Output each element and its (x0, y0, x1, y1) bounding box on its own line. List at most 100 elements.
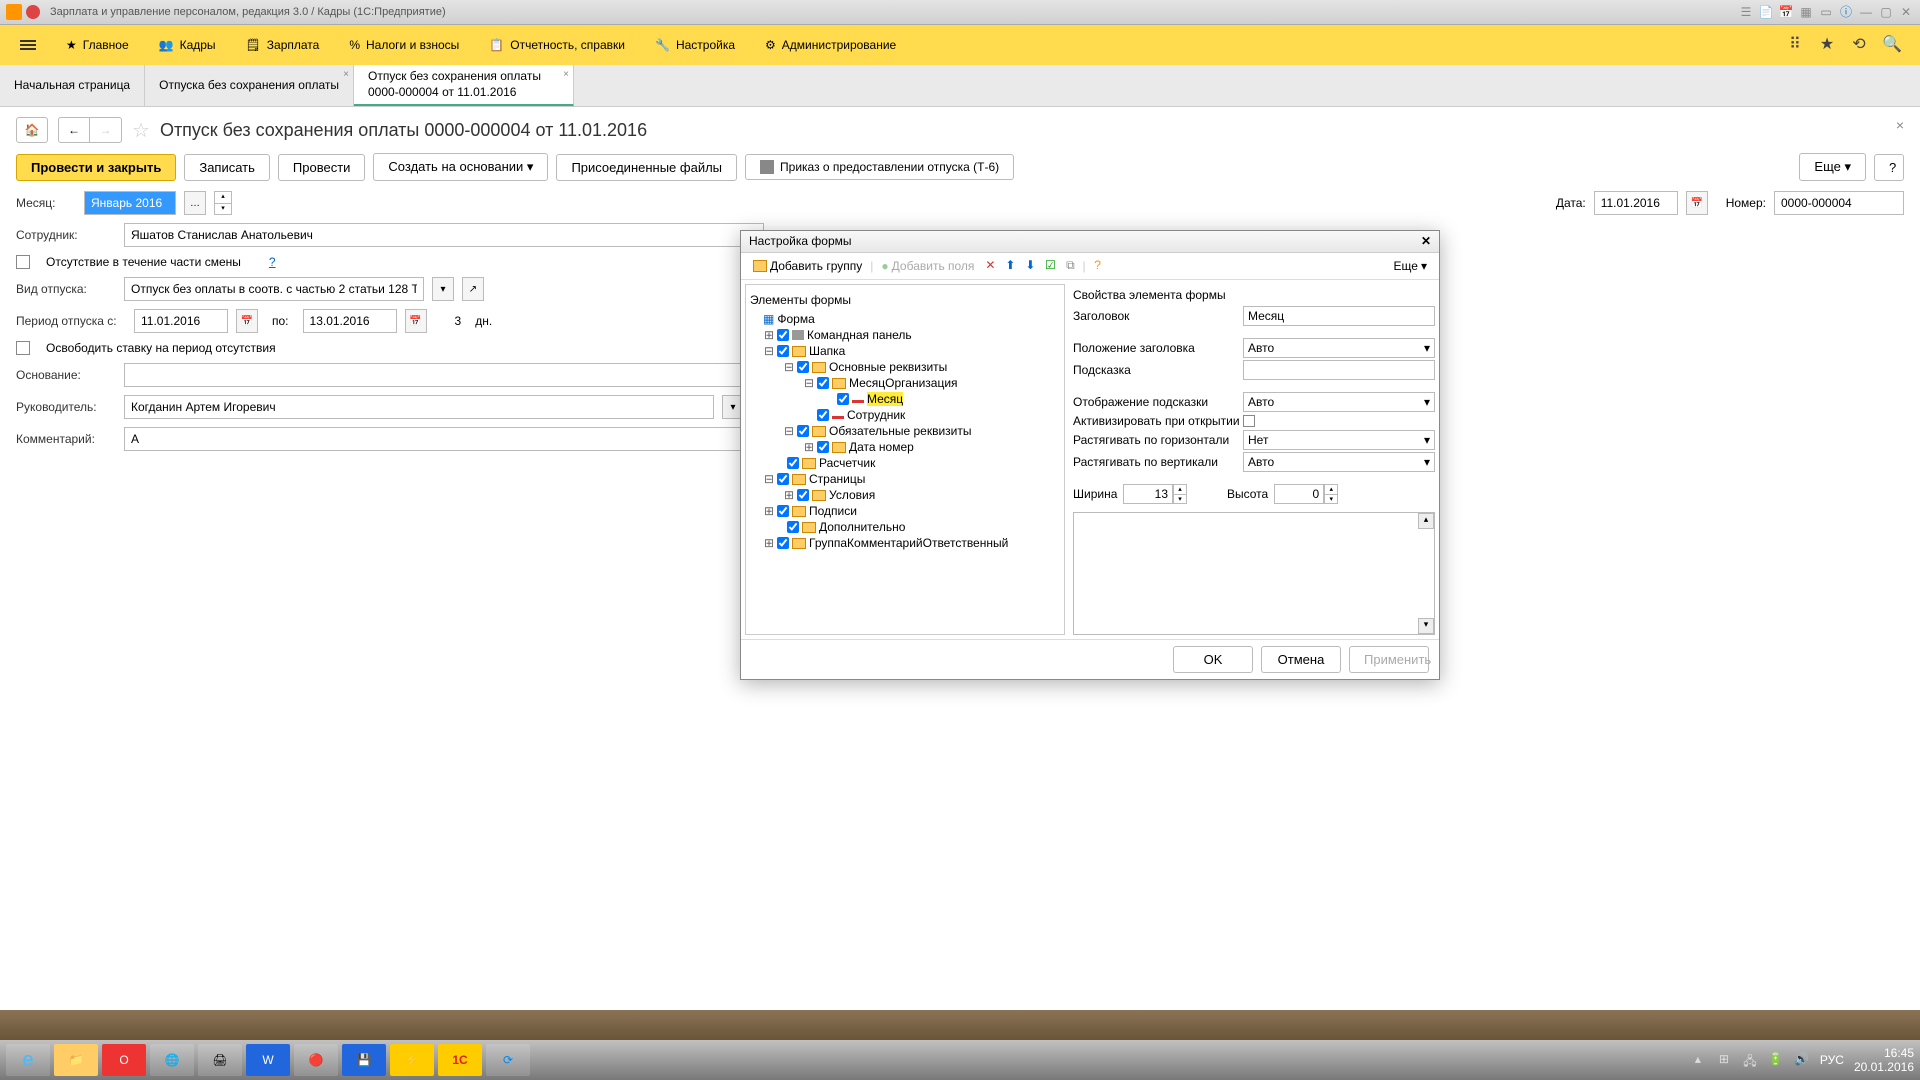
help-button[interactable]: ? (1874, 154, 1904, 181)
menu-main[interactable]: ★Главное (66, 38, 129, 52)
menu-hr[interactable]: 👥Кадры (159, 38, 216, 52)
info-icon[interactable]: ⓘ (1838, 4, 1854, 20)
prop-stretchh-select[interactable]: Нет▾ (1243, 430, 1435, 450)
menu-taxes[interactable]: %Налоги и взносы (349, 38, 459, 52)
attached-files-button[interactable]: Присоединенные файлы (556, 154, 737, 181)
prop-activate-checkbox[interactable] (1243, 415, 1255, 427)
toolbar-icon[interactable]: 📅 (1778, 4, 1794, 20)
post-and-close-button[interactable]: Провести и закрыть (16, 154, 176, 181)
prop-hintdisp-select[interactable]: Авто▾ (1243, 392, 1435, 412)
month-spinner[interactable]: ▴▾ (214, 191, 232, 215)
back-button[interactable]: ← (58, 117, 90, 143)
add-group-button[interactable]: Добавить группу (749, 257, 866, 275)
manager-input[interactable] (124, 395, 714, 419)
tray-arrow-icon[interactable]: ▴ (1690, 1052, 1706, 1068)
menu-admin[interactable]: ⚙Администрирование (765, 38, 896, 52)
date-to-input[interactable] (303, 309, 397, 333)
scroll-up-icon[interactable]: ▴ (1418, 513, 1434, 529)
month-input[interactable] (84, 191, 176, 215)
close-icon[interactable]: ✕ (1898, 4, 1914, 20)
comment-input[interactable] (124, 427, 764, 451)
number-input[interactable] (1774, 191, 1904, 215)
reason-input[interactable] (124, 363, 764, 387)
delete-icon[interactable]: ✕ (982, 258, 998, 274)
create-based-button[interactable]: Создать на основании (373, 153, 548, 181)
taskbar-chrome-icon[interactable]: 🔴 (294, 1044, 338, 1076)
prop-stretchv-select[interactable]: Авто▾ (1243, 452, 1435, 472)
close-icon[interactable]: ✕ (1421, 234, 1431, 249)
copy-icon[interactable]: ⧉ (1062, 258, 1078, 274)
date-picker-button[interactable]: 📅 (1686, 191, 1708, 215)
taskbar-1c-icon[interactable]: 1C (438, 1044, 482, 1076)
tab-list[interactable]: Отпуска без сохранения оплаты× (145, 65, 354, 106)
menu-reports[interactable]: 📋Отчетность, справки (489, 38, 625, 52)
date-from-input[interactable] (134, 309, 228, 333)
part-shift-checkbox[interactable] (16, 255, 30, 269)
menu-burger-icon[interactable] (20, 38, 36, 52)
maximize-icon[interactable]: ▢ (1878, 4, 1894, 20)
move-up-icon[interactable]: ⬆ (1002, 258, 1018, 274)
prop-hint-input[interactable] (1243, 360, 1435, 380)
more-button[interactable]: Еще▾ (1390, 257, 1431, 275)
more-button[interactable]: Еще (1799, 153, 1866, 181)
taskbar-save-icon[interactable]: 💾 (342, 1044, 386, 1076)
open-button[interactable]: ↗ (462, 277, 484, 301)
toolbar-icon[interactable]: ▦ (1798, 4, 1814, 20)
prop-titlepos-select[interactable]: Авто▾ (1243, 338, 1435, 358)
width-spinner[interactable]: ▴▾ (1173, 484, 1187, 504)
close-icon[interactable]: × (563, 69, 569, 80)
taskbar-office-icon[interactable]: O (102, 1044, 146, 1076)
taskbar-teamviewer-icon[interactable]: ⟳ (486, 1044, 530, 1076)
favorite-star-icon[interactable]: ☆ (132, 118, 150, 143)
employee-input[interactable] (124, 223, 764, 247)
tray-language[interactable]: РУС (1820, 1053, 1844, 1067)
ok-button[interactable]: OK (1173, 646, 1253, 673)
favorite-icon[interactable]: ★ (1818, 36, 1836, 54)
help-icon[interactable]: ? (1090, 258, 1106, 274)
date-picker-button[interactable]: 📅 (405, 309, 427, 333)
prop-height-input[interactable] (1274, 484, 1324, 504)
height-spinner[interactable]: ▴▾ (1324, 484, 1338, 504)
taskbar-word-icon[interactable]: W (246, 1044, 290, 1076)
tab-document[interactable]: Отпуск без сохранения оплаты0000-000004 … (354, 65, 574, 106)
save-button[interactable]: Записать (184, 154, 270, 181)
history-icon[interactable]: ⟲ (1850, 36, 1868, 54)
prop-width-input[interactable] (1123, 484, 1173, 504)
taskbar-scanner-icon[interactable]: 🖨 (198, 1044, 242, 1076)
tray-network-icon[interactable]: 🖧 (1742, 1052, 1758, 1068)
taskbar-explorer-icon[interactable]: 📁 (54, 1044, 98, 1076)
apply-button[interactable]: Применить (1349, 646, 1429, 673)
tray-battery-icon[interactable]: 🔋 (1768, 1052, 1784, 1068)
dropdown-button[interactable]: ▾ (432, 277, 454, 301)
taskbar-app-icon[interactable]: 🌐 (150, 1044, 194, 1076)
cancel-button[interactable]: Отмена (1261, 646, 1341, 673)
toolbar-icon[interactable]: ▭ (1818, 4, 1834, 20)
tray-volume-icon[interactable]: 🔊 (1794, 1052, 1810, 1068)
date-input[interactable] (1594, 191, 1678, 215)
date-picker-button[interactable]: 📅 (236, 309, 258, 333)
tab-start[interactable]: Начальная страница (0, 65, 145, 106)
taskbar-clock[interactable]: 16:45 20.01.2016 (1854, 1046, 1914, 1075)
apps-icon[interactable]: ⠿ (1786, 36, 1804, 54)
toolbar-icon[interactable]: ☰ (1738, 4, 1754, 20)
help-link[interactable]: ? (269, 255, 276, 269)
titlebar-dropdown-icon[interactable] (26, 5, 40, 19)
move-down-icon[interactable]: ⬇ (1022, 258, 1038, 274)
forward-button[interactable]: → (90, 117, 122, 143)
home-button[interactable]: 🏠 (16, 117, 48, 143)
menu-salary[interactable]: 🗒Зарплата (246, 38, 320, 52)
tree-selected-item[interactable]: Месяц (867, 392, 903, 406)
month-picker-button[interactable]: … (184, 191, 206, 215)
close-icon[interactable]: × (1896, 117, 1904, 133)
search-icon[interactable]: 🔍 (1882, 36, 1900, 54)
form-elements-tree[interactable]: Элементы формы ▦Форма ⊞Командная панель … (745, 284, 1065, 635)
scroll-down-icon[interactable]: ▾ (1418, 618, 1434, 634)
taskbar-app-icon[interactable]: ⚡ (390, 1044, 434, 1076)
minimize-icon[interactable]: — (1858, 4, 1874, 20)
leave-type-input[interactable] (124, 277, 424, 301)
close-icon[interactable]: × (343, 69, 349, 80)
print-order-button[interactable]: Приказ о предоставлении отпуска (Т-6) (745, 154, 1014, 180)
toolbar-icon[interactable]: 📄 (1758, 4, 1774, 20)
tray-action-icon[interactable]: ⊞ (1716, 1052, 1732, 1068)
taskbar-ie-icon[interactable]: e (6, 1044, 50, 1076)
